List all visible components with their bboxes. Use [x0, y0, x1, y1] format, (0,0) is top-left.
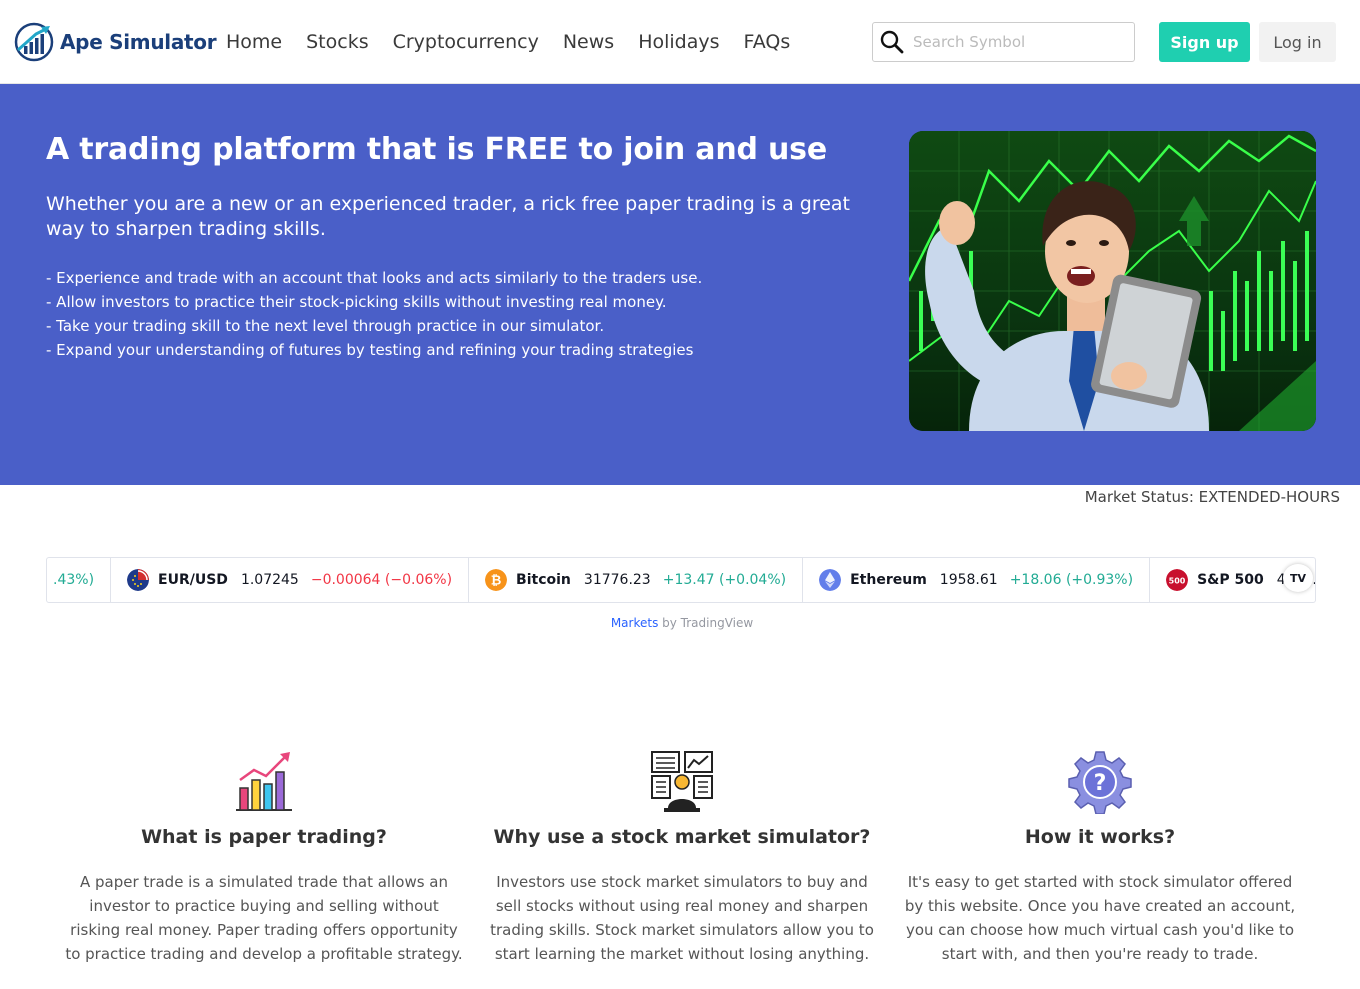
brand-name: Ape Simulator [60, 30, 217, 54]
hero-section: A trading platform that is FREE to join … [0, 84, 1360, 485]
feature-text: A paper trade is a simulated trade that … [65, 873, 463, 963]
bitcoin-icon: ₿ [485, 569, 508, 591]
ticker-change: .43%) [53, 572, 95, 588]
hero-bullet: - Expand your understanding of futures b… [46, 341, 694, 359]
feature-title: What is paper trading? [141, 826, 387, 848]
ticker-name: EUR/USD [158, 572, 228, 588]
nav-stocks[interactable]: Stocks [306, 31, 368, 53]
gear-question-icon: ? [1068, 751, 1132, 814]
nav-news[interactable]: News [563, 31, 614, 53]
hero-subtitle: Whether you are a new or an experienced … [46, 193, 851, 240]
svg-text:₿: ₿ [491, 574, 502, 589]
sp500-icon-label: 500 [1169, 577, 1186, 586]
nav-faqs[interactable]: FAQs [744, 31, 791, 53]
ticker-change: +18.06 (+0.93%) [1009, 572, 1134, 588]
top-navbar: Ape Simulator Home Stocks Cryptocurrency… [0, 0, 1360, 84]
hero-title: A trading platform that is FREE to join … [46, 132, 827, 167]
search-icon[interactable] [879, 29, 905, 55]
brand-home-link[interactable]: Ape Simulator [14, 22, 217, 62]
nav-home[interactable]: Home [226, 31, 282, 53]
ticker-name: S&P 500 [1197, 572, 1264, 588]
feature-why-simulator: Why use a stock market simulator? Invest… [482, 750, 882, 966]
markets-link[interactable]: Markets [611, 616, 659, 630]
ticker-name: Bitcoin [516, 572, 571, 588]
signup-button[interactable]: Sign up [1159, 22, 1250, 62]
feature-paper-trading: What is paper trading? A paper trade is … [64, 750, 464, 966]
ticker-name: Ethereum [850, 572, 927, 588]
sp500-icon: 500 [1166, 569, 1189, 591]
feature-how-it-works: ? How it works? It's easy to get started… [900, 750, 1300, 966]
login-button[interactable]: Log in [1259, 22, 1336, 62]
eu-us-flag-icon [127, 569, 150, 591]
feature-text: It's easy to get started with stock simu… [904, 873, 1296, 963]
hero-bullet: - Take your trading skill to the next le… [46, 317, 605, 335]
ticker-item-eurusd[interactable]: EUR/USD 1.07245 −0.00064 (−0.06%) [111, 558, 470, 602]
ticker-change: −0.00064 (−0.06%) [310, 572, 453, 588]
ticker-item[interactable]: .43%) [47, 558, 112, 602]
ticker-price: 1.07245 [240, 572, 299, 588]
nav-holidays[interactable]: Holidays [638, 31, 719, 53]
tradingview-logo-icon[interactable]: TV [1283, 564, 1313, 592]
trader-monitors-icon [651, 751, 713, 812]
ticker-price: 31776.23 [583, 572, 651, 588]
feature-title: How it works? [1024, 826, 1176, 848]
chart-arrow-logo-icon [14, 22, 54, 62]
nav-cryptocurrency[interactable]: Cryptocurrency [393, 31, 539, 53]
svg-text:?: ? [1094, 771, 1107, 796]
ethereum-icon [819, 569, 842, 591]
market-status: Market Status: EXTENDED-HOURS [1084, 488, 1340, 506]
credit-suffix: by TradingView [658, 616, 754, 630]
hero-bullet: - Experience and trade with an account t… [46, 269, 703, 287]
main-nav: Home Stocks Cryptocurrency News Holidays… [226, 31, 814, 53]
symbol-search[interactable] [872, 22, 1135, 62]
feature-text: Investors use stock market simulators to… [490, 873, 874, 963]
excited-trader-illustration [909, 131, 1316, 431]
ticker-item-bitcoin[interactable]: ₿ Bitcoin 31776.23 +13.47 (+0.04%) [469, 558, 804, 602]
ticker-price: 1958.61 [939, 572, 998, 588]
market-ticker-tape[interactable]: .43%) EUR/USD 1.07245 −0.00064 (−0.06%) … [46, 557, 1316, 603]
hero-trader-image [909, 131, 1316, 431]
bar-chart-growth-icon [236, 752, 292, 811]
feature-title: Why use a stock market simulator? [493, 826, 871, 848]
ticker-credit: Markets by TradingView [0, 616, 1360, 630]
hero-bullet-list: - Experience and trade with an account t… [46, 266, 702, 362]
ticker-item-ethereum[interactable]: Ethereum 1958.61 +18.06 (+0.93%) [803, 558, 1151, 602]
ticker-change: +13.47 (+0.04%) [662, 572, 787, 588]
search-input[interactable] [913, 33, 1123, 51]
hero-bullet: - Allow investors to practice their stoc… [46, 293, 667, 311]
ticker-track: .43%) EUR/USD 1.07245 −0.00064 (−0.06%) … [47, 558, 1315, 602]
